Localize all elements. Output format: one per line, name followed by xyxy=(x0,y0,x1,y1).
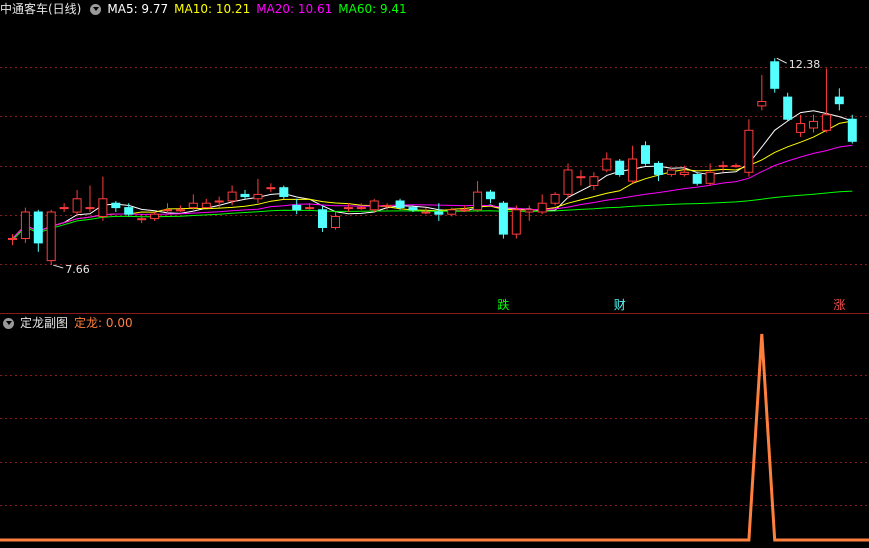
candle-body xyxy=(460,209,470,212)
candle-body xyxy=(809,120,818,129)
candle-body xyxy=(279,187,289,197)
candle-body xyxy=(356,207,366,210)
candle-body xyxy=(615,160,625,175)
candle-body xyxy=(589,176,599,186)
low-price-pointer xyxy=(53,264,64,269)
candle-body xyxy=(783,96,793,120)
candle-body xyxy=(227,191,237,202)
candle-body xyxy=(705,171,715,184)
candle-body xyxy=(20,211,30,239)
ma10-label: MA10: 10.21 xyxy=(174,2,251,16)
candle-body xyxy=(33,211,43,244)
candle-body xyxy=(163,209,172,212)
candle-body xyxy=(834,96,844,105)
candlestick-chart: 12.38 7.66 跌 财 涨 xyxy=(0,57,869,312)
candle-body xyxy=(266,187,276,190)
candle-body xyxy=(537,202,547,213)
candle-body xyxy=(395,200,405,209)
candle-body xyxy=(473,191,483,211)
candle-body xyxy=(511,209,521,235)
candle-body xyxy=(188,202,198,209)
candle-body xyxy=(602,158,612,171)
candle-body xyxy=(98,198,108,218)
candle-body xyxy=(408,207,418,211)
candle-body xyxy=(214,200,224,203)
candle-body xyxy=(679,171,689,176)
candle-body xyxy=(576,176,586,179)
candle-body xyxy=(46,211,56,262)
candle-body xyxy=(150,213,160,220)
candle-body xyxy=(447,209,457,215)
candle-body xyxy=(757,101,767,107)
candle-body xyxy=(434,211,444,215)
candle-body xyxy=(8,238,17,240)
candle-body xyxy=(369,200,379,211)
candle-body xyxy=(731,165,741,168)
event-label: 涨 xyxy=(833,297,845,312)
candle-body xyxy=(692,174,702,184)
chart-stage: 中通客车(日线) MA5: 9.77 MA10: 10.21 MA20: 10.… xyxy=(0,0,869,548)
candle-body xyxy=(718,165,728,168)
ma10-line xyxy=(12,120,853,239)
candle-body xyxy=(770,61,780,89)
candle-body xyxy=(498,202,508,235)
candle-body xyxy=(111,202,121,209)
candle-body xyxy=(253,193,263,200)
candle-body xyxy=(421,211,431,214)
event-label: 财 xyxy=(614,298,626,312)
event-label: 跌 xyxy=(497,297,509,312)
candle-body xyxy=(744,129,754,173)
sub-panel-title: 定龙副图 xyxy=(20,316,69,330)
chevron-down-icon[interactable] xyxy=(3,317,14,329)
ma20-line xyxy=(12,144,853,239)
main-panel-header: 中通客车(日线) MA5: 9.77 MA10: 10.21 MA20: 10.… xyxy=(0,0,407,18)
candle-body xyxy=(72,198,82,213)
candle-body xyxy=(85,207,95,210)
ma5-label: MA5: 9.77 xyxy=(107,2,169,16)
ma20-label: MA20: 10.61 xyxy=(256,2,333,16)
indicator-chart xyxy=(0,333,869,542)
candle-body xyxy=(137,218,147,221)
candle-body xyxy=(641,145,650,164)
candle-body xyxy=(124,207,134,215)
candle-body xyxy=(331,216,340,228)
candle-body xyxy=(666,169,676,175)
candle-body xyxy=(201,202,211,209)
chevron-down-icon[interactable] xyxy=(90,3,102,15)
candle-body xyxy=(240,193,250,198)
dinglong-line xyxy=(0,333,869,542)
candle-body xyxy=(343,207,353,210)
candle-body xyxy=(563,169,573,195)
sub-panel-value: 定龙: 0.00 xyxy=(74,316,133,330)
candle-body xyxy=(318,209,327,229)
candle-body xyxy=(796,123,806,133)
symbol-title: 中通客车(日线) xyxy=(0,2,82,16)
candle-body xyxy=(59,207,69,210)
candle-body xyxy=(486,191,495,200)
candle-body xyxy=(305,207,315,210)
candle-body xyxy=(628,158,638,182)
candle-body xyxy=(292,204,302,211)
candle-body xyxy=(382,204,392,207)
candle-body xyxy=(175,209,185,212)
low-price-label: 7.66 xyxy=(65,263,90,276)
candle-body xyxy=(821,114,831,131)
high-price-label: 12.38 xyxy=(789,58,821,71)
ma60-label: MA60: 9.41 xyxy=(338,2,407,16)
candle-body xyxy=(524,209,534,213)
candle-body xyxy=(654,162,663,175)
candle-body xyxy=(550,193,560,204)
sub-panel-header: 定龙副图 定龙: 0.00 xyxy=(0,314,133,332)
candle-body xyxy=(847,118,857,142)
